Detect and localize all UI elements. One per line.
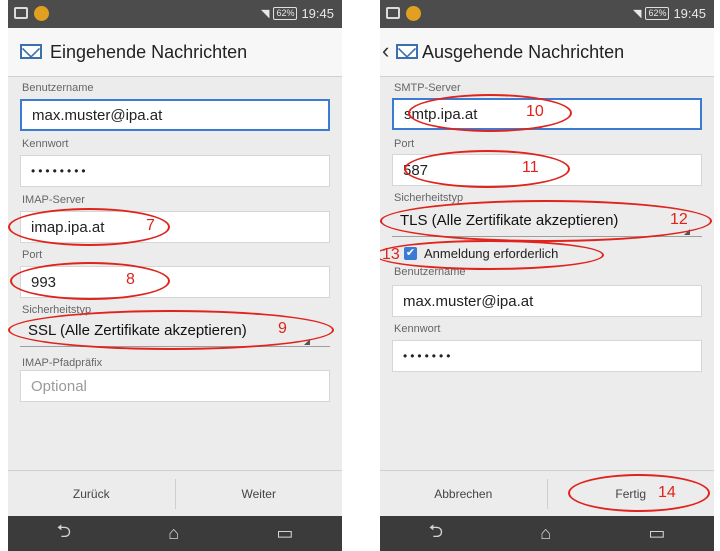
battery-icon: 62% [645, 7, 670, 20]
clock: 19:45 [673, 6, 706, 21]
annotation-ellipse [10, 262, 170, 300]
annotation-number: 13 [382, 246, 400, 263]
password-field[interactable]: •••••••• [20, 155, 330, 187]
back-nav-icon[interactable]: ⮌ [429, 519, 443, 549]
navigation-bar: ⮌ ⌂ ▭ [380, 516, 714, 551]
annotation-ellipse [568, 474, 710, 512]
notification-icon [406, 6, 421, 21]
annotation-number: 11 [522, 159, 539, 176]
annotation-number: 10 [526, 103, 544, 120]
home-icon[interactable]: ⌂ [168, 523, 179, 544]
status-right: ◥ 62% 19:45 [633, 6, 706, 21]
port-label: Port [394, 138, 415, 150]
status-bar: ◥ 62% 19:45 [8, 0, 342, 28]
navigation-bar: ⮌ ⌂ ▭ [8, 516, 342, 551]
phone-outgoing-screen: ◥ 62% 19:45 ‹ Ausgehende Nachrichten SMT… [380, 0, 714, 551]
mail-icon [20, 44, 42, 59]
mail-icon [396, 44, 418, 59]
port-label: Port [22, 249, 43, 261]
annotation-ellipse [404, 150, 570, 188]
notification-icon [34, 6, 49, 21]
annotation-number: 12 [670, 211, 688, 228]
password-label: Kennwort [394, 323, 441, 335]
annotation-ellipse [380, 200, 712, 242]
imap-prefix-field[interactable]: Optional [20, 370, 330, 402]
imap-server-label: IMAP-Server [22, 194, 85, 206]
security-type-label: Sicherheitstyp [394, 192, 464, 204]
wifi-icon: ◥ [260, 8, 270, 20]
annotation-number: 8 [126, 271, 135, 288]
page-title: Ausgehende Nachrichten [422, 42, 625, 62]
recents-icon[interactable]: ▭ [276, 523, 293, 544]
battery-icon: 62% [273, 7, 298, 20]
clock: 19:45 [301, 6, 334, 21]
password-label: Kennwort [22, 138, 69, 150]
back-button[interactable]: Zurück [8, 471, 175, 517]
username-field[interactable]: max.muster@ipa.at [20, 99, 330, 131]
recents-icon[interactable]: ▭ [648, 523, 665, 544]
username-field[interactable]: max.muster@ipa.at [392, 285, 702, 317]
password-field[interactable]: ••••••• [392, 340, 702, 372]
screenshot-icon [14, 7, 28, 19]
back-nav-icon[interactable]: ⮌ [57, 519, 71, 549]
annotation-number: 7 [146, 217, 155, 234]
header: ‹ Ausgehende Nachrichten [380, 28, 714, 77]
cancel-button[interactable]: Abbrechen [380, 471, 547, 517]
phone-incoming-screen: ◥ 62% 19:45 Eingehende Nachrichten Benut… [8, 0, 342, 551]
status-right: ◥ 62% 19:45 [261, 6, 334, 21]
screenshot-icon [386, 7, 400, 19]
annotation-ellipse [408, 94, 572, 132]
smtp-server-label: SMTP-Server [394, 82, 461, 94]
wifi-icon: ◥ [632, 8, 642, 20]
home-icon[interactable]: ⌂ [540, 523, 551, 544]
username-label: Benutzername [22, 82, 94, 94]
header: Eingehende Nachrichten [8, 28, 342, 77]
annotation-number: 9 [278, 320, 287, 337]
imap-prefix-label: IMAP-Pfadpräfix [22, 357, 103, 369]
next-button[interactable]: Weiter [176, 471, 343, 517]
footer-buttons: Zurück Weiter [8, 470, 342, 517]
annotation-ellipse [380, 240, 604, 270]
page-title: Eingehende Nachrichten [50, 42, 248, 62]
chevron-left-icon[interactable]: ‹ [382, 38, 389, 64]
status-bar: ◥ 62% 19:45 [380, 0, 714, 28]
annotation-number: 14 [658, 484, 676, 501]
